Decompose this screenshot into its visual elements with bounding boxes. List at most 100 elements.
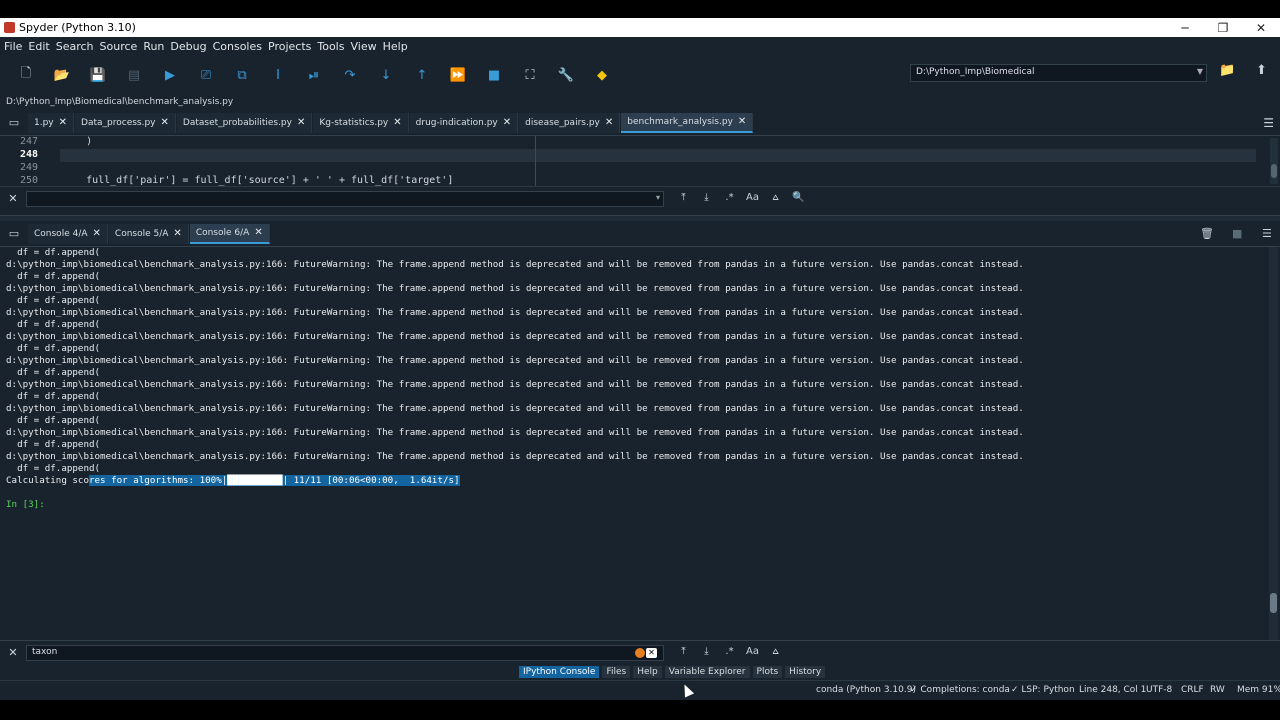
tab-ipython-console[interactable]: IPython Console	[519, 666, 600, 678]
console-find-bar: ✕ taxon ✕ ⤒ ⤓ .* Aa ⩟	[0, 640, 1280, 664]
find-next-icon[interactable]: ⤓	[695, 646, 718, 657]
menu-view[interactable]: View	[350, 40, 376, 53]
close-tab-icon[interactable]: ✕	[297, 117, 305, 128]
close-tab-icon[interactable]: ✕	[59, 117, 67, 128]
run-cell-icon[interactable]: ⎚	[188, 63, 224, 87]
open-file-icon[interactable]: 📂	[44, 63, 80, 87]
wrench-icon[interactable]: 🔧	[548, 63, 584, 87]
tab-history[interactable]: History	[785, 666, 826, 678]
console-output[interactable]: df = df.append( d:\python_imp\biomedical…	[0, 247, 1280, 640]
case-sensitive-icon[interactable]: Aa	[741, 192, 764, 203]
editor-find-input[interactable]: ▾	[26, 190, 664, 207]
tab-help[interactable]: Help	[633, 666, 662, 678]
save-icon[interactable]: 💾	[80, 63, 116, 87]
tab-data-process[interactable]: Data_process.py ✕	[75, 112, 176, 133]
tab-label: Kg-statistics.py	[319, 117, 389, 128]
browse-tabs-icon[interactable]: ▭	[0, 227, 28, 240]
tab-dataset-probabilities[interactable]: Dataset_probabilities.py ✕	[176, 112, 313, 133]
debug-icon[interactable]: ⏯	[296, 63, 332, 87]
menu-run[interactable]: Run	[143, 40, 164, 53]
chevron-down-icon[interactable]: ▼	[1197, 67, 1203, 76]
tab-drug-indication[interactable]: drug-indication.py ✕	[409, 112, 519, 133]
console-prompt[interactable]: In [3]:	[6, 499, 1280, 511]
maximize-pane-icon[interactable]: ⛶	[512, 63, 548, 87]
whole-word-icon[interactable]: ⩟	[764, 646, 787, 657]
menu-consoles[interactable]: Consoles	[213, 40, 262, 53]
tab-console-5[interactable]: Console 5/A ✕	[108, 223, 189, 244]
close-tab-icon[interactable]: ✕	[605, 117, 613, 128]
tab-console-4[interactable]: Console 4/A ✕	[28, 223, 108, 244]
close-tab-icon[interactable]: ✕	[161, 117, 169, 128]
menu-help[interactable]: Help	[383, 40, 408, 53]
chevron-down-icon[interactable]: ▾	[656, 193, 660, 202]
whole-word-icon[interactable]: ⩟	[764, 192, 787, 203]
menu-projects[interactable]: Projects	[268, 40, 311, 53]
new-file-icon[interactable]: 🗋	[8, 63, 44, 87]
status-mem: Mem 91%	[1237, 685, 1280, 695]
tab-variable-explorer[interactable]: Variable Explorer	[664, 666, 750, 678]
close-tab-icon[interactable]: ✕	[393, 117, 401, 128]
console-scrollbar[interactable]	[1269, 247, 1278, 640]
menu-tools[interactable]: Tools	[317, 40, 344, 53]
tab-kg-statistics[interactable]: Kg-statistics.py ✕	[313, 112, 409, 133]
menu-search[interactable]: Search	[56, 40, 94, 53]
folder-icon[interactable]: 📁	[1219, 63, 1235, 78]
python-icon[interactable]: ◆	[584, 63, 620, 87]
step-return-icon[interactable]: ↑	[404, 63, 440, 87]
continue-icon[interactable]: ⏩	[440, 63, 476, 87]
console-find-input[interactable]: taxon ✕	[26, 644, 664, 661]
tab-plots[interactable]: Plots	[752, 666, 783, 678]
find-previous-icon[interactable]: ⤒	[672, 192, 695, 203]
menu-edit[interactable]: Edit	[28, 40, 49, 53]
arrow-up-icon[interactable]: ⬆	[1256, 63, 1267, 78]
status-env[interactable]: conda (Python 3.10.9)	[816, 685, 916, 695]
status-completions[interactable]: ✓ Completions: conda	[910, 685, 1010, 695]
run-icon[interactable]: ▶	[152, 63, 188, 87]
close-tab-icon[interactable]: ✕	[93, 228, 101, 239]
case-sensitive-icon[interactable]: Aa	[741, 646, 764, 657]
menu-debug[interactable]: Debug	[170, 40, 206, 53]
close-icon[interactable]: ✕	[1242, 21, 1280, 35]
close-tab-icon[interactable]: ✕	[254, 227, 262, 238]
menu-file[interactable]: File	[4, 40, 22, 53]
code-editor[interactable]: 247 ) 248 249 250 full_df['pair'] = full…	[0, 136, 1280, 186]
working-directory-combo[interactable]: D:\Python_Imp\Biomedical ▼	[910, 64, 1207, 82]
find-previous-icon[interactable]: ⤒	[672, 646, 695, 657]
minimize-icon[interactable]: ─	[1166, 21, 1204, 35]
status-bar: conda (Python 3.10.9) ✓ Completions: con…	[0, 680, 1280, 700]
window-title: Spyder (Python 3.10)	[19, 21, 136, 34]
stop-kernel-icon[interactable]: ■	[1232, 227, 1242, 240]
editor-scrollbar[interactable]	[1270, 138, 1278, 184]
clear-input-icon[interactable]: ✕	[646, 647, 657, 658]
step-into-icon[interactable]: ↓	[368, 63, 404, 87]
options-menu-icon[interactable]: ☰	[1263, 116, 1274, 130]
run-cell-advance-icon[interactable]: ⧉	[224, 63, 260, 87]
close-tab-icon[interactable]: ✕	[173, 228, 181, 239]
trash-icon[interactable]: 🗑	[1200, 227, 1214, 240]
save-all-icon[interactable]: ▤	[116, 63, 152, 87]
find-next-icon[interactable]: ⤓	[695, 192, 718, 203]
close-tab-icon[interactable]: ✕	[503, 117, 511, 128]
tab-benchmark-analysis[interactable]: benchmark_analysis.py ✕	[621, 112, 754, 133]
status-lsp[interactable]: ✓ LSP: Python	[1011, 685, 1075, 695]
regex-icon[interactable]: .*	[718, 646, 741, 657]
close-tab-icon[interactable]: ✕	[738, 116, 746, 127]
step-icon[interactable]: ↷	[332, 63, 368, 87]
close-find-icon[interactable]: ✕	[0, 646, 26, 659]
menu-source[interactable]: Source	[100, 40, 138, 53]
highlight-matches-icon[interactable]: 🔍	[787, 192, 810, 203]
options-menu-icon[interactable]: ☰	[1262, 227, 1272, 240]
tab-label: Console 4/A	[34, 228, 88, 239]
close-find-icon[interactable]: ✕	[0, 192, 26, 205]
console-line: df = df.append(	[6, 247, 101, 258]
tab-1-py[interactable]: 1.py ✕	[28, 112, 75, 133]
browse-tabs-icon[interactable]: ▭	[0, 116, 28, 129]
tab-console-6[interactable]: Console 6/A ✕	[189, 223, 270, 244]
regex-icon[interactable]: .*	[718, 192, 741, 203]
restore-icon[interactable]: ❐	[1204, 21, 1242, 35]
stop-icon[interactable]: ■	[476, 63, 512, 87]
run-selection-icon[interactable]: I	[260, 63, 296, 87]
tab-files[interactable]: Files	[602, 666, 631, 678]
status-encoding: UTF-8	[1146, 685, 1173, 695]
tab-disease-pairs[interactable]: disease_pairs.py ✕	[519, 112, 621, 133]
